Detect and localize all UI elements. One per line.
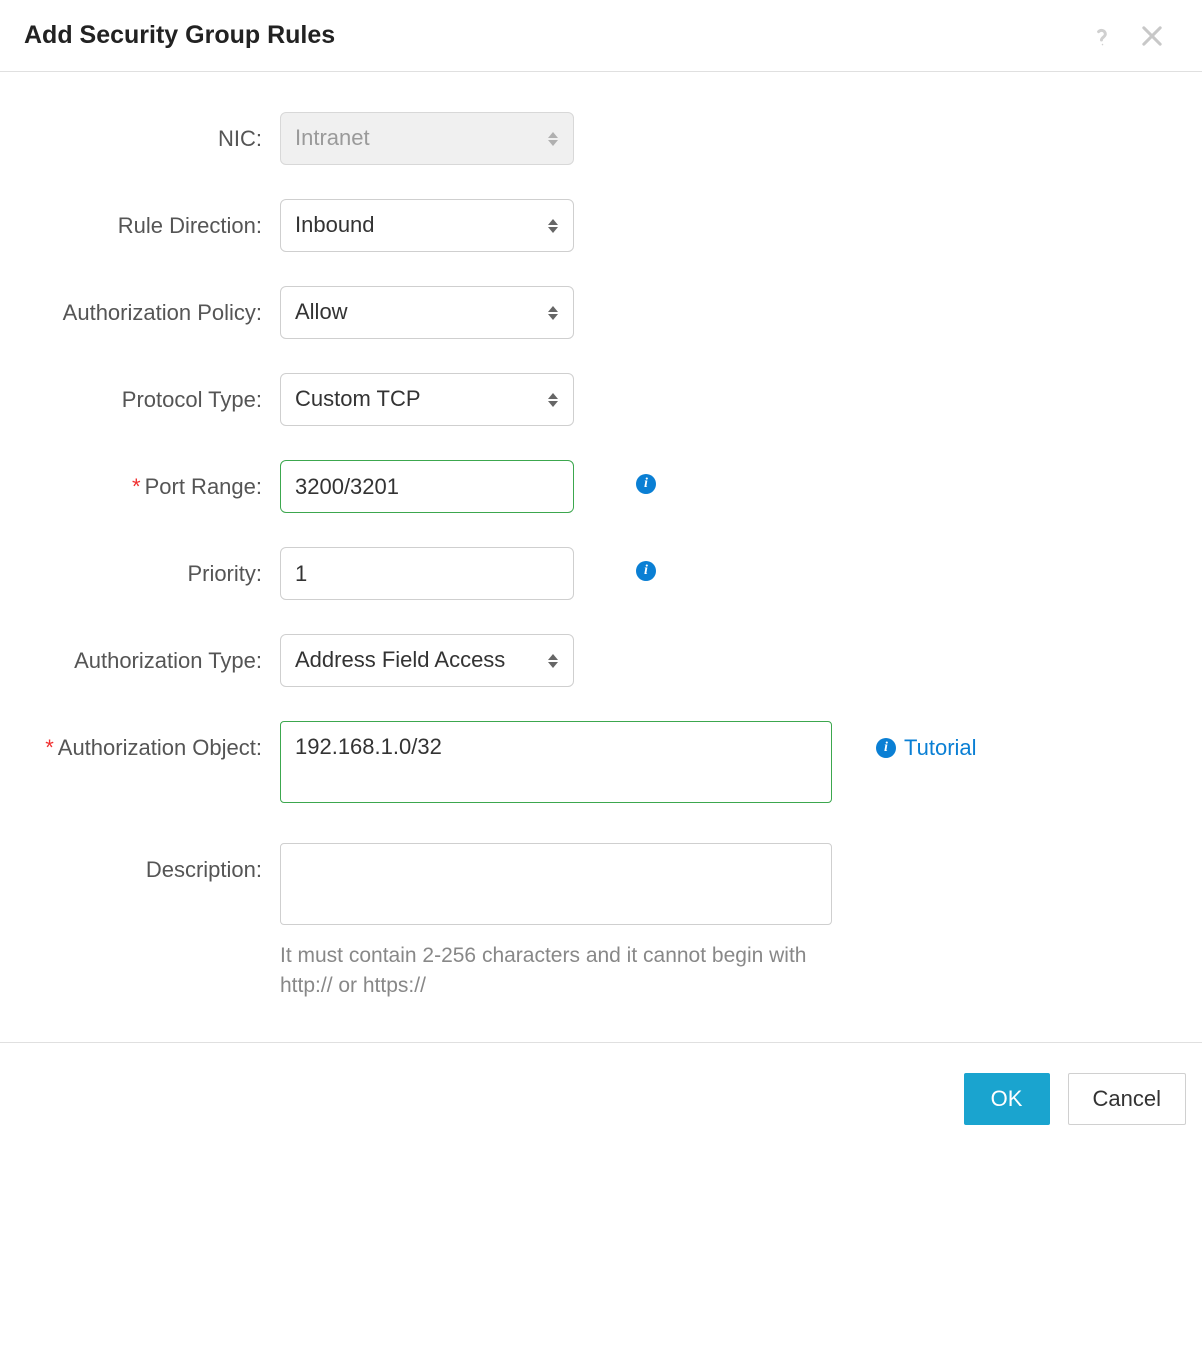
input-port-range[interactable] [280,460,574,513]
row-authorization-object: *Authorization Object: i Tutorial [20,721,1182,809]
header-actions [1087,20,1166,51]
dialog-add-security-group-rules: Add Security Group Rules NIC: Intranet [0,0,1202,1155]
row-description: Description: It must contain 2-256 chara… [20,843,1182,1002]
label-rule-direction: Rule Direction: [20,199,280,241]
input-priority[interactable] [280,547,574,600]
dialog-title: Add Security Group Rules [24,21,335,50]
info-icon[interactable]: i [636,561,656,581]
required-marker: * [45,735,54,760]
dialog-body: NIC: Intranet Rule Direction: Inbound Au… [0,72,1202,1042]
info-icon[interactable]: i [636,474,656,494]
row-authorization-type: Authorization Type: Address Field Access [20,634,1182,687]
cancel-button[interactable]: Cancel [1068,1073,1186,1125]
label-nic: NIC: [20,112,280,154]
row-priority: Priority: i [20,547,1182,600]
row-port-range: *Port Range: i [20,460,1182,513]
row-authorization-policy: Authorization Policy: Allow [20,286,1182,339]
row-rule-direction: Rule Direction: Inbound [20,199,1182,252]
dialog-header: Add Security Group Rules [0,0,1202,72]
row-nic: NIC: Intranet [20,112,1182,165]
label-protocol-type: Protocol Type: [20,373,280,415]
helper-description: It must contain 2-256 characters and it … [280,941,832,1002]
label-description: Description: [20,843,280,885]
input-description[interactable] [280,843,832,925]
label-port-range-text: Port Range: [145,474,262,499]
select-authorization-policy[interactable]: Allow [280,286,574,339]
select-rule-direction[interactable]: Inbound [280,199,574,252]
label-authorization-type: Authorization Type: [20,634,280,676]
info-icon[interactable]: i [876,738,896,758]
label-port-range: *Port Range: [20,460,280,502]
select-nic: Intranet [280,112,574,165]
required-marker: * [132,474,141,499]
row-protocol-type: Protocol Type: Custom TCP [20,373,1182,426]
label-priority: Priority: [20,547,280,589]
select-authorization-type[interactable]: Address Field Access [280,634,574,687]
dialog-footer: OK Cancel [0,1042,1202,1155]
label-authorization-object-text: Authorization Object: [58,735,262,760]
close-icon[interactable] [1138,22,1166,50]
label-authorization-policy: Authorization Policy: [20,286,280,328]
help-icon[interactable] [1087,20,1118,51]
tutorial-link[interactable]: Tutorial [904,735,977,761]
select-protocol-type[interactable]: Custom TCP [280,373,574,426]
input-authorization-object[interactable] [280,721,832,803]
label-authorization-object: *Authorization Object: [20,721,280,763]
ok-button[interactable]: OK [964,1073,1050,1125]
